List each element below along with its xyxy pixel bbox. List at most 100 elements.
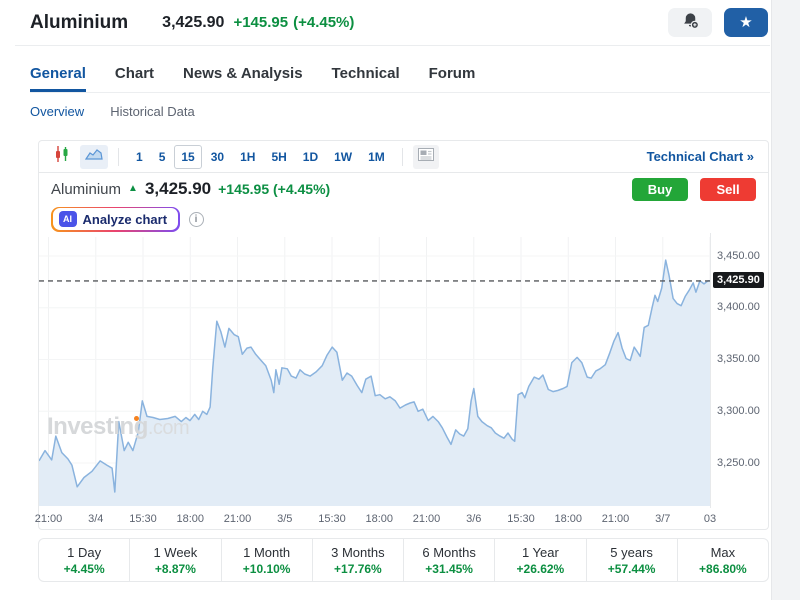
tab-chart[interactable]: Chart: [115, 58, 154, 92]
tab-general[interactable]: General: [30, 58, 86, 92]
performance-value: +8.87%: [155, 562, 196, 576]
timeframe-1h-button[interactable]: 1H: [233, 145, 262, 169]
timeframe-group: 1515301H5H1D1W1M: [129, 145, 392, 169]
layout-panel-icon: [418, 148, 434, 166]
x-axis-label: 3/5: [277, 513, 292, 525]
header-change-pct: (+4.45%): [293, 14, 354, 31]
chart-change: +145.95 (+4.45%): [218, 181, 330, 197]
x-axis-label: 3/4: [88, 513, 103, 525]
y-axis-label: 3,300.00: [717, 405, 760, 417]
star-icon: ★: [739, 15, 752, 30]
area-chart-button[interactable]: [80, 145, 108, 169]
main-tabs: General Chart News & Analysis Technical Foru…: [30, 58, 770, 93]
subnav-historical-data[interactable]: Historical Data: [110, 104, 195, 119]
tab-technical[interactable]: Technical: [332, 58, 400, 92]
x-axis-label: 21:00: [224, 513, 252, 525]
performance-value: +86.80%: [699, 562, 747, 576]
toolbar-divider: [402, 148, 403, 166]
tab-forum[interactable]: Forum: [429, 58, 476, 92]
performance-cell-max: Max+86.80%: [678, 539, 768, 581]
chart-plot: Investing.com: [39, 233, 710, 508]
performance-value: +4.45%: [64, 562, 105, 576]
timeframe-5-button[interactable]: 5: [152, 145, 173, 169]
performance-value: +10.10%: [243, 562, 291, 576]
chart-card: 1515301H5H1D1W1M Technical Chart » Alumi…: [38, 140, 769, 530]
y-axis-label: 3,450.00: [717, 250, 760, 262]
performance-label: 6 Months: [422, 545, 475, 560]
x-axis-label: 03: [704, 513, 716, 525]
x-axis-label: 15:30: [318, 513, 346, 525]
timeframe-15-button[interactable]: 15: [174, 145, 201, 169]
chart-price: 3,425.90: [145, 179, 211, 199]
sub-nav: Overview Historical Data: [30, 104, 195, 119]
analyze-row: AI Analyze chart i: [39, 205, 768, 233]
x-axis-label: 18:00: [365, 513, 393, 525]
price-area-chart: [39, 233, 710, 508]
x-axis-label: 18:00: [176, 513, 204, 525]
header-change: +145.95: [233, 14, 288, 31]
subnav-overview[interactable]: Overview: [30, 104, 84, 119]
price-up-arrow-icon: ▲: [128, 183, 138, 194]
chart-toolbar: 1515301H5H1D1W1M Technical Chart »: [39, 141, 768, 173]
performance-label: 1 Month: [243, 545, 290, 560]
tab-news-analysis[interactable]: News & Analysis: [183, 58, 303, 92]
info-icon[interactable]: i: [189, 212, 204, 227]
bell-plus-icon: [681, 11, 700, 35]
timeframe-5h-button[interactable]: 5H: [264, 145, 293, 169]
performance-cell-3-months: 3 Months +17.76%: [313, 539, 404, 581]
performance-label: 1 Day: [67, 545, 101, 560]
x-axis-label: 3/6: [466, 513, 481, 525]
x-axis-label: 3/7: [655, 513, 670, 525]
news-panel-button[interactable]: [413, 145, 439, 169]
page-right-gutter: [771, 0, 800, 600]
performance-label: 1 Week: [153, 545, 197, 560]
performance-cell-1-week: 1 Week +8.87%: [130, 539, 221, 581]
watchlist-star-button[interactable]: ★: [724, 8, 768, 37]
performance-label: 3 Months: [331, 545, 384, 560]
header-price: 3,425.90: [162, 14, 224, 32]
timeframe-30-button[interactable]: 30: [204, 145, 231, 169]
performance-cell-6-months: 6 Months +31.45%: [404, 539, 495, 581]
buy-button[interactable]: Buy: [632, 178, 688, 201]
y-axis-label: 3,350.00: [717, 353, 760, 365]
technical-chart-link[interactable]: Technical Chart »: [647, 149, 758, 164]
performance-value: +17.76%: [334, 562, 382, 576]
x-axis-label: 18:00: [554, 513, 582, 525]
performance-label: 5 years: [610, 545, 653, 560]
performance-cell-1-month: 1 Month +10.10%: [222, 539, 313, 581]
x-axis-label: 15:30: [129, 513, 157, 525]
performance-cell-5-years: 5 years +57.44%: [587, 539, 678, 581]
chart-instrument-name: Aluminium: [51, 181, 121, 198]
trade-buttons: Buy Sell: [632, 178, 756, 201]
performance-label: 1 Year: [522, 545, 559, 560]
performance-strip: 1 Day +4.45% 1 Week +8.87% 1 Month +10.10% 3 M…: [38, 538, 769, 582]
toolbar-divider: [118, 148, 119, 166]
chart-instrument-row: Aluminium ▲ 3,425.90 +145.95 (+4.45%) Bu…: [39, 173, 768, 205]
y-axis-label: 3,400.00: [717, 301, 760, 313]
performance-value: +31.45%: [425, 562, 473, 576]
analyze-chart-label: Analyze chart: [83, 212, 168, 227]
performance-cell-1-year: 1 Year +26.62%: [495, 539, 586, 581]
x-axis-label: 15:30: [507, 513, 535, 525]
analyze-chart-button[interactable]: AI Analyze chart: [51, 207, 180, 232]
area-chart-icon: [85, 147, 103, 166]
performance-value: +26.62%: [517, 562, 565, 576]
timeframe-1-button[interactable]: 1: [129, 145, 150, 169]
time-axis: 21:003/415:3018:0021:003/515:3018:0021:0…: [39, 510, 710, 528]
instrument-header: Aluminium 3,425.90 +145.95 (+4.45%): [15, 0, 770, 46]
timeframe-1m-button[interactable]: 1M: [361, 145, 392, 169]
performance-value: +57.44%: [608, 562, 656, 576]
x-axis-label: 21:00: [413, 513, 441, 525]
x-axis-label: 21:00: [35, 513, 63, 525]
page-title: Aluminium: [30, 12, 128, 34]
timeframe-1w-button[interactable]: 1W: [327, 145, 359, 169]
candlestick-chart-button[interactable]: [49, 145, 75, 169]
timeframe-1d-button[interactable]: 1D: [296, 145, 325, 169]
price-axis: 3,450.00 3,400.00 3,350.00 3,300.00 3,250.00…: [710, 233, 769, 508]
y-axis-label: 3,250.00: [717, 457, 760, 469]
last-price-badge: 3,425.90: [713, 272, 764, 288]
ai-badge-icon: AI: [59, 211, 77, 227]
create-alert-button[interactable]: [668, 8, 712, 37]
candlestick-icon: [53, 145, 71, 168]
sell-button[interactable]: Sell: [700, 178, 756, 201]
